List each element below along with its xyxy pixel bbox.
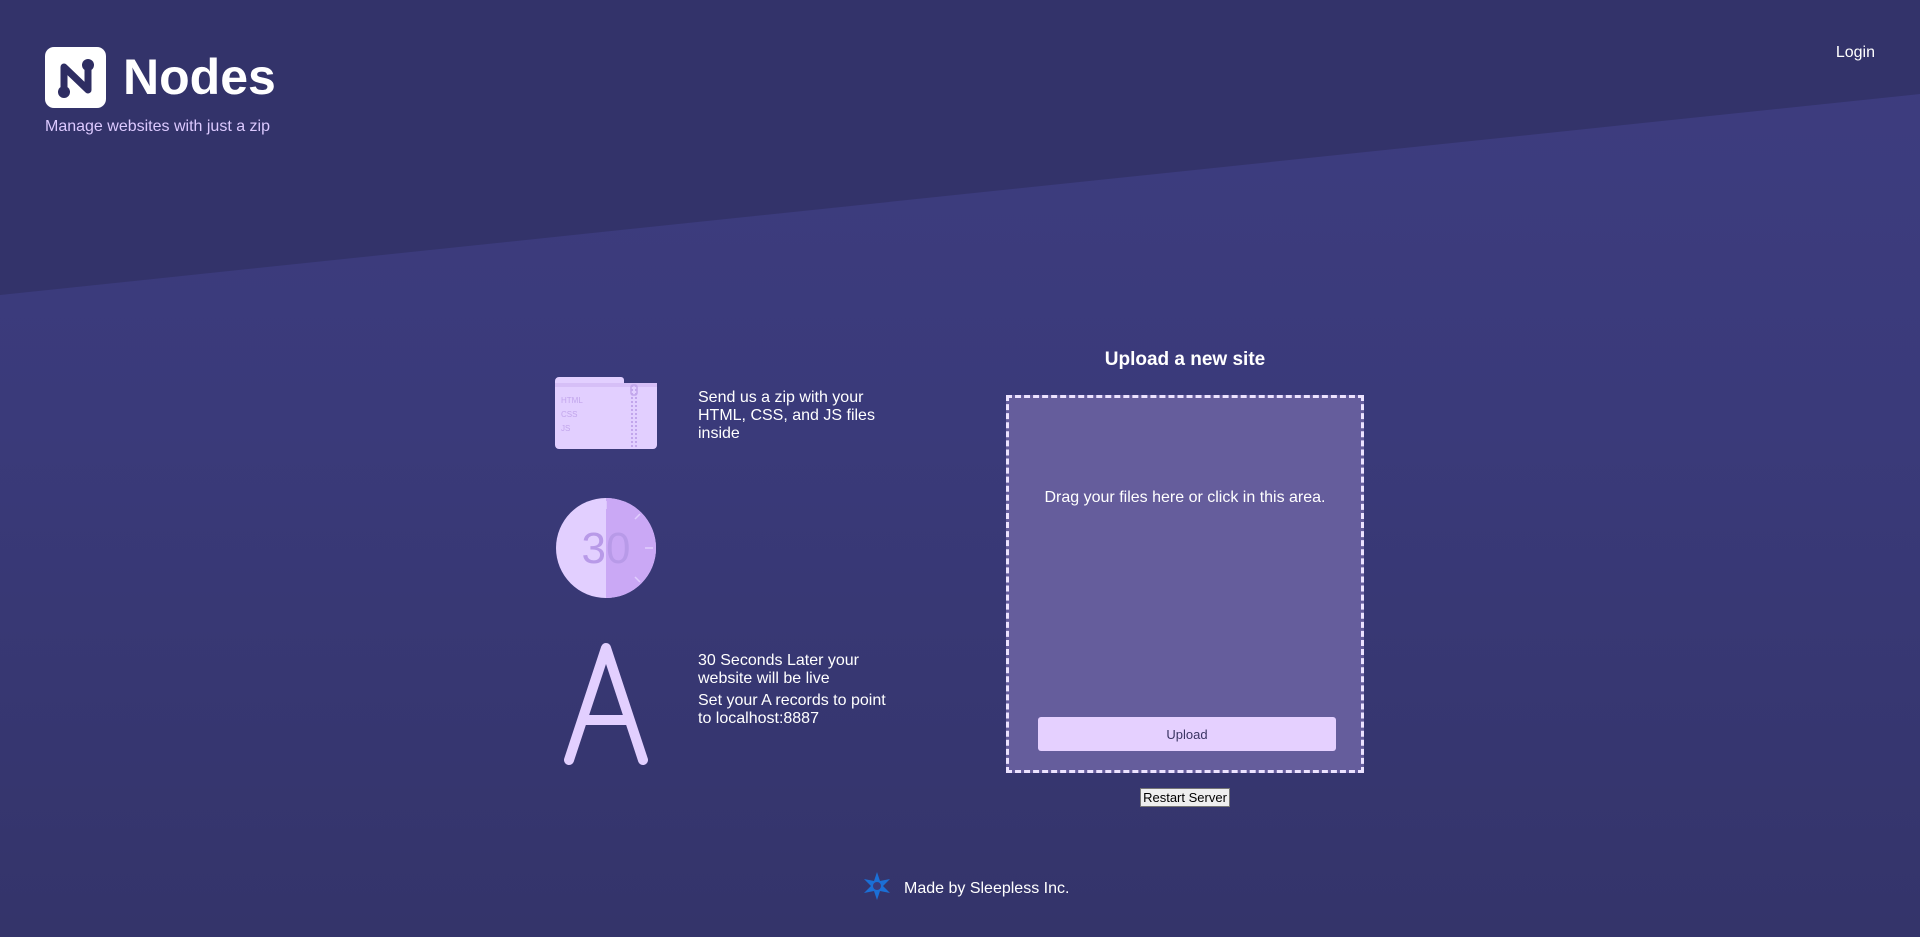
step-timer-text: 30 Seconds Later your website will be li…	[698, 652, 859, 687]
file-dropzone[interactable]: Drag your files here or click in this ar…	[1006, 395, 1364, 773]
footer-credit: Made by Sleepless Inc.	[904, 879, 1070, 897]
zip-folder-icon: HTML CSS JS	[555, 375, 657, 458]
nodes-n-logo-icon[interactable]	[45, 47, 106, 108]
brand-header: Nodes Manage websites with just a zip	[45, 47, 276, 136]
dropzone-instructions: Drag your files here or click in this ar…	[1044, 489, 1326, 506]
login-link[interactable]: Login	[1836, 44, 1875, 62]
tagline: Manage websites with just a zip	[45, 118, 270, 135]
zip-label-js: JS	[561, 424, 570, 433]
zip-label-css: CSS	[561, 410, 577, 419]
timer-label: 30	[582, 524, 631, 573]
letter-a-icon	[555, 640, 657, 773]
step-arecord-text: Set your A records to point to localhost…	[698, 692, 886, 727]
zip-label-html: HTML	[561, 396, 583, 405]
timer-30-icon: 30	[555, 497, 657, 604]
upload-panel: Upload a new site Drag your files here o…	[1006, 348, 1364, 807]
upload-button[interactable]: Upload	[1038, 717, 1336, 751]
sleepless-star-icon	[862, 871, 892, 906]
background-diagonal-band	[0, 0, 1920, 295]
step-zip-text: Send us a zip with your HTML, CSS, and J…	[698, 389, 875, 442]
logo-row[interactable]: Nodes	[45, 47, 276, 108]
footer: Made by Sleepless Inc.	[862, 871, 1069, 906]
brand-name: Nodes	[123, 49, 276, 105]
upload-title: Upload a new site	[1104, 349, 1266, 370]
restart-server-button[interactable]: Restart Server	[1140, 788, 1230, 807]
